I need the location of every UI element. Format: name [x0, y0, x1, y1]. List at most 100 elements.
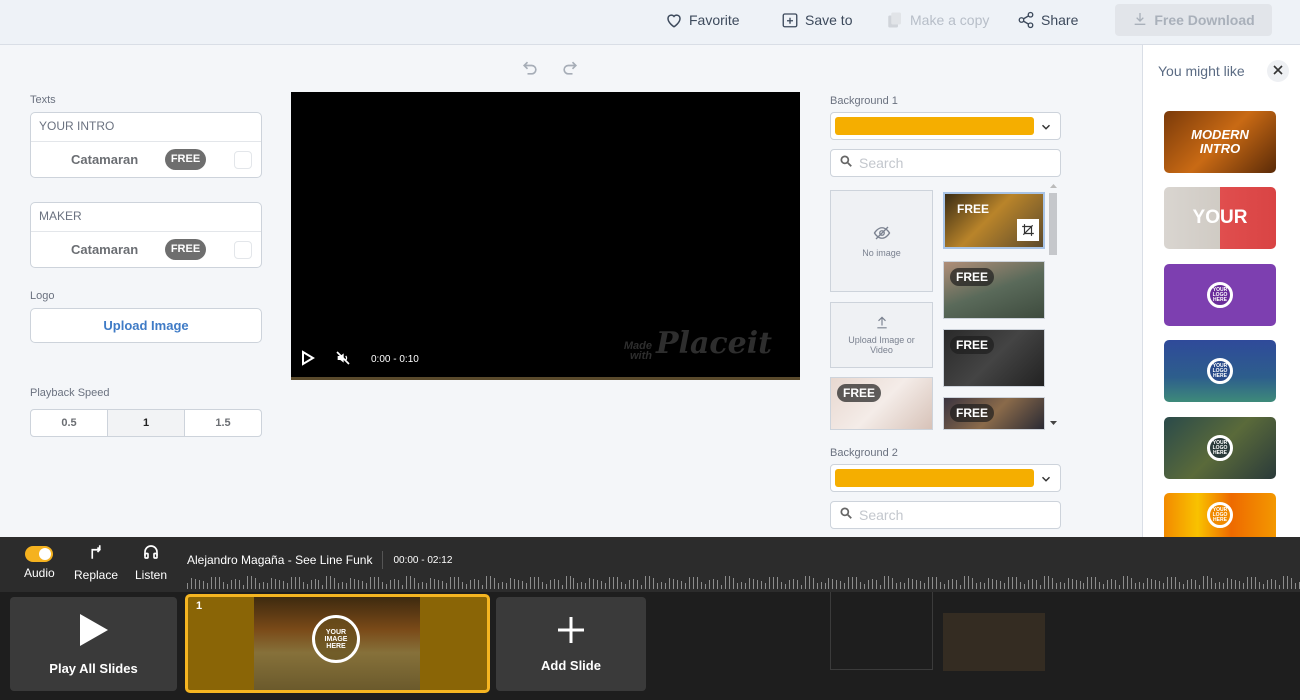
mute-icon[interactable]: [335, 350, 351, 369]
undo-icon[interactable]: [520, 58, 540, 83]
waveform-bar: [322, 585, 324, 589]
copy-icon: [886, 11, 904, 29]
waveform-bar: [306, 584, 308, 589]
waveform-bar: [1286, 576, 1288, 589]
waveform-bar: [254, 578, 256, 589]
audio-toggle[interactable]: Audio: [24, 546, 55, 580]
waveform-bar: [1207, 576, 1208, 589]
share-button[interactable]: Share: [1017, 0, 1078, 40]
waveform-bar: [856, 577, 858, 589]
video-time: 0:00 - 0:10: [371, 354, 419, 365]
free-download-button[interactable]: Free Download: [1115, 4, 1272, 36]
waveform-bar: [334, 578, 336, 589]
waveform-bar: [378, 577, 380, 589]
upload-media-tile[interactable]: Upload Image or Video: [830, 302, 933, 368]
search-input[interactable]: [859, 155, 1049, 171]
font-selector[interactable]: Catamaran: [71, 242, 138, 257]
background-2-color-select[interactable]: [830, 464, 1061, 492]
speed-option[interactable]: 1.5: [185, 410, 261, 436]
background-thumbnail[interactable]: FREE: [943, 329, 1045, 387]
play-icon[interactable]: [301, 350, 315, 369]
listen-button[interactable]: Listen: [135, 543, 167, 582]
audio-waveform[interactable]: [187, 575, 1300, 589]
waveform-bar: [477, 580, 479, 589]
waveform-bar: [924, 583, 926, 589]
waveform-bar: [788, 580, 790, 589]
waveform-bar: [1075, 580, 1077, 589]
background-thumbnail[interactable]: FREE: [943, 261, 1045, 319]
waveform-bar: [792, 579, 794, 589]
background-2-search[interactable]: [830, 501, 1061, 529]
waveform-bar: [1234, 580, 1236, 589]
recommendation-title: YOUR LOGO HERE: [1207, 502, 1233, 528]
add-slide-button[interactable]: Add Slide: [496, 597, 646, 691]
recommendation-card[interactable]: YOUR LOGO HERE: [1164, 417, 1276, 479]
replace-label: Replace: [74, 568, 119, 582]
waveform-bar: [1115, 580, 1117, 589]
waveform-bar: [728, 576, 730, 589]
text-input[interactable]: MAKER: [31, 203, 261, 232]
waveform-bar: [1222, 583, 1224, 589]
waveform-bar: [187, 583, 188, 589]
waveform-bar: [442, 581, 443, 589]
toggle-switch[interactable]: [25, 546, 54, 562]
background-1-search[interactable]: [830, 149, 1061, 177]
speed-option[interactable]: 0.5: [31, 410, 108, 436]
play-all-slides-button[interactable]: Play All Slides: [10, 597, 177, 691]
slide-thumbnail[interactable]: 1 YOUR IMAGE HERE: [185, 594, 490, 693]
scroll-up-icon[interactable]: [1050, 183, 1057, 189]
background-thumbnail-selected[interactable]: FREE: [943, 192, 1045, 249]
waveform-bar: [238, 580, 240, 589]
waveform-bar: [1119, 585, 1121, 589]
add-slide-label: Add Slide: [541, 658, 601, 673]
waveform-bar: [1143, 583, 1145, 589]
texts-label: Texts: [30, 94, 56, 106]
background-grid-scrollbar[interactable]: [1048, 183, 1059, 430]
text-color-picker[interactable]: [234, 151, 252, 169]
upload-logo-button[interactable]: Upload Image: [30, 308, 262, 343]
crop-icon[interactable]: [1017, 219, 1039, 241]
waveform-bar: [601, 581, 603, 589]
replace-audio-button[interactable]: Replace: [74, 543, 118, 582]
font-selector[interactable]: Catamaran: [71, 152, 138, 167]
recommendation-card[interactable]: YOUR LOGO HERE: [1164, 340, 1276, 402]
search-input[interactable]: [859, 507, 1049, 523]
waveform-bar: [832, 579, 834, 589]
close-sidebar-button[interactable]: [1267, 60, 1289, 82]
redo-icon[interactable]: [560, 58, 580, 83]
waveform-bar: [1203, 576, 1204, 589]
no-image-tile[interactable]: No image: [830, 190, 933, 292]
waveform-bar: [645, 576, 647, 589]
recommendation-card[interactable]: YOUR LOGO HERE: [1164, 493, 1276, 537]
waveform-bar: [772, 577, 774, 589]
background-thumbnail[interactable]: FREE: [830, 377, 933, 430]
free-tag: FREE: [950, 268, 995, 286]
waveform-bar: [1214, 583, 1216, 589]
free-tag: FREE: [837, 384, 882, 402]
save-to-button[interactable]: Save to: [781, 0, 852, 40]
favorite-button[interactable]: Favorite: [665, 0, 740, 40]
speed-option-active[interactable]: 1: [108, 410, 185, 436]
recommendation-card[interactable]: YOUR: [1164, 187, 1276, 249]
scroll-thumb[interactable]: [1049, 193, 1057, 255]
waveform-bar: [748, 578, 750, 589]
waveform-bar: [1254, 577, 1256, 589]
recommendation-card[interactable]: MODERN INTRO: [1164, 111, 1276, 173]
video-preview[interactable]: 0:00 - 0:10 Made with Placeit: [291, 92, 800, 380]
text-color-picker[interactable]: [234, 241, 252, 259]
play-all-label: Play All Slides: [49, 661, 138, 676]
waveform-bar: [593, 579, 595, 589]
scroll-down-icon[interactable]: [1050, 420, 1057, 426]
make-copy-button[interactable]: Make a copy: [886, 0, 989, 40]
background-thumbnail[interactable]: FREE: [943, 397, 1045, 430]
text-input[interactable]: YOUR INTRO: [31, 113, 261, 142]
waveform-bar: [597, 580, 599, 589]
waveform-bar: [485, 576, 487, 589]
waveform-bar: [971, 578, 973, 589]
waveform-bar: [776, 577, 778, 589]
waveform-bar: [796, 580, 798, 589]
recommendation-card[interactable]: YOUR LOGO HERE: [1164, 264, 1276, 326]
background-1-color-select[interactable]: [830, 112, 1061, 140]
waveform-bar: [457, 577, 459, 589]
waveform-bar: [948, 580, 949, 589]
